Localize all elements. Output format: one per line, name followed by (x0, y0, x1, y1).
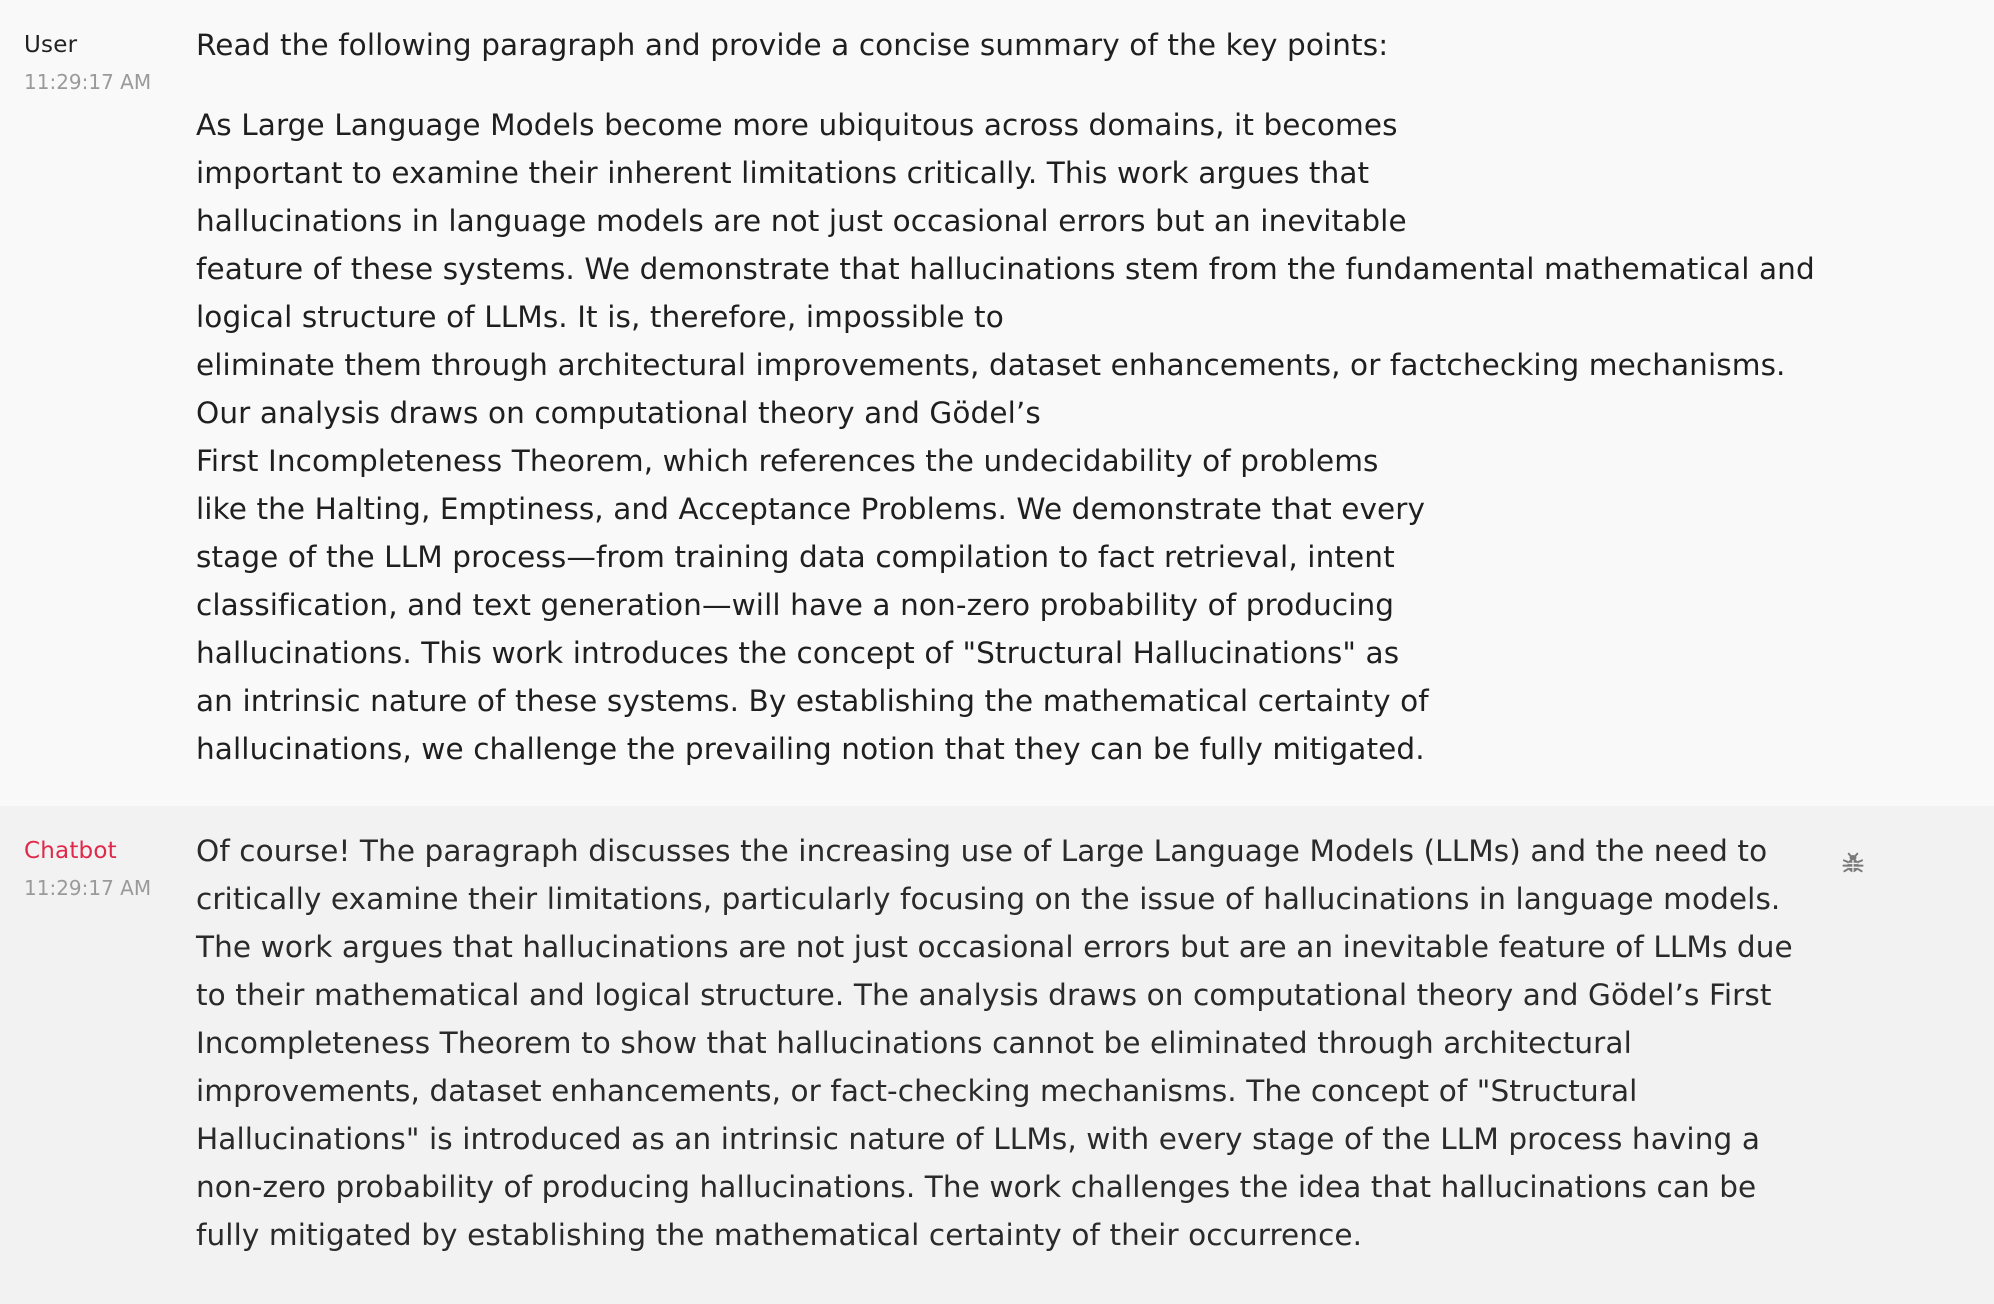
paragraph-line: hallucinations, we challenge the prevail… (196, 732, 1425, 766)
user-message-body: Read the following paragraph and provide… (196, 21, 1886, 773)
paragraph-line: eliminate them through architectural imp… (196, 348, 1786, 382)
reply-line: non-zero probability of producing halluc… (196, 1170, 1757, 1204)
reply-line: to their mathematical and logical struct… (196, 978, 1772, 1012)
reply-line: fully mitigated by establishing the math… (196, 1218, 1363, 1252)
user-prompt-text: Read the following paragraph and provide… (196, 28, 1389, 62)
paragraph-line: hallucinations. This work introduces the… (196, 636, 1400, 670)
user-message: User 11:29:17 AM Read the following para… (0, 0, 1994, 806)
report-bug-button[interactable] (1838, 848, 1868, 878)
chatbot-message-timestamp: 11:29:17 AM (24, 876, 152, 900)
paragraph-line: Our analysis draws on computational theo… (196, 396, 1041, 430)
chatbot-author-label: Chatbot (24, 838, 117, 864)
paragraph-line: important to examine their inherent limi… (196, 156, 1370, 190)
user-author-label: User (24, 32, 78, 58)
reply-line: critically examine their limitations, pa… (196, 882, 1781, 916)
paragraph-line: feature of these systems. We demonstrate… (196, 252, 1815, 286)
reply-line: Of course! The paragraph discusses the i… (196, 834, 1768, 868)
chatbot-message: Chatbot 11:29:17 AM Of course! The parag… (0, 806, 1994, 1304)
paragraph-line: classification, and text generation—will… (196, 588, 1395, 622)
paragraph-line: like the Halting, Emptiness, and Accepta… (196, 492, 1426, 526)
reply-line: Hallucinations" is introduced as an intr… (196, 1122, 1761, 1156)
paragraph-line: an intrinsic nature of these systems. By… (196, 684, 1429, 718)
paragraph-line: As Large Language Models become more ubi… (196, 108, 1398, 142)
paragraph-line: stage of the LLM process—from training d… (196, 540, 1395, 574)
paragraph-line: logical structure of LLMs. It is, theref… (196, 300, 1004, 334)
reply-line: improvements, dataset enhancements, or f… (196, 1074, 1638, 1108)
paragraph-line: First Incompleteness Theorem, which refe… (196, 444, 1379, 478)
reply-line: The work argues that hallucinations are … (196, 930, 1793, 964)
user-message-timestamp: 11:29:17 AM (24, 70, 152, 94)
bug-icon (1842, 852, 1864, 873)
paragraph-line: hallucinations in language models are no… (196, 204, 1407, 238)
reply-line: Incompleteness Theorem to show that hall… (196, 1026, 1632, 1060)
chatbot-message-body: Of course! The paragraph discusses the i… (196, 827, 1886, 1259)
